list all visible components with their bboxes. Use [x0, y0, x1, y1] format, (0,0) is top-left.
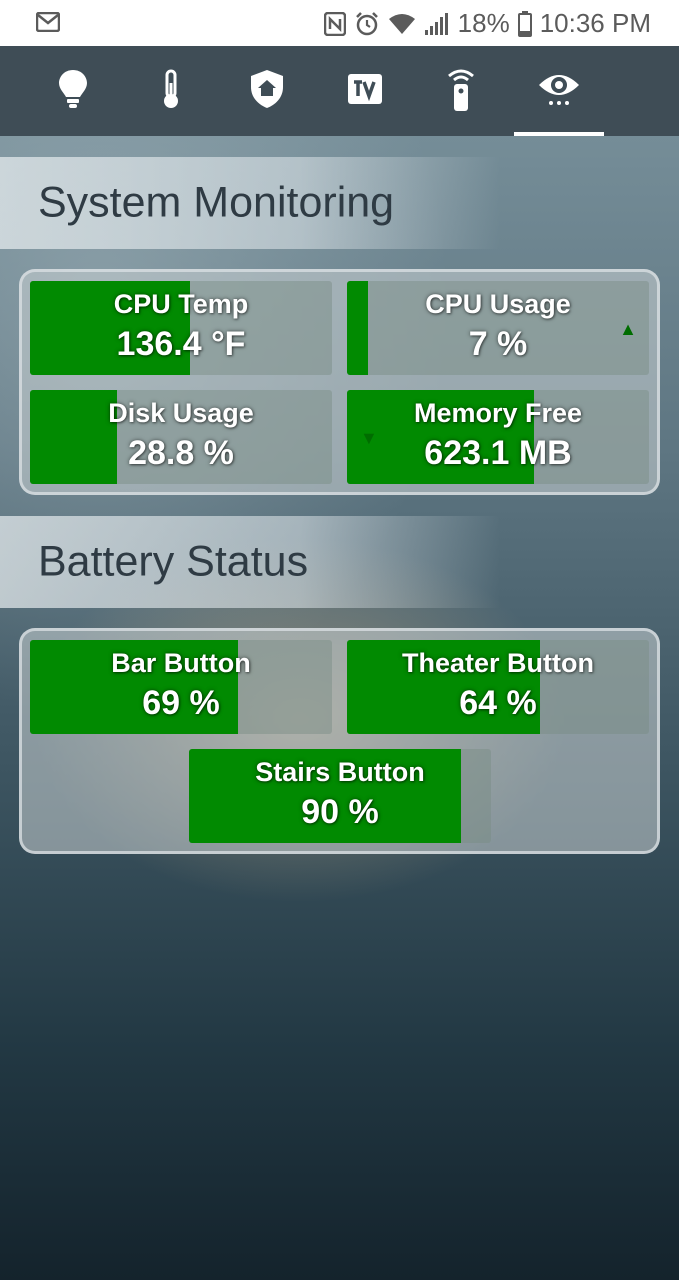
- eye-icon: [537, 71, 581, 112]
- tile-value: 90 %: [301, 793, 379, 831]
- tile-memory-free[interactable]: Memory Free 623.1 MB: [347, 390, 649, 484]
- tab-monitoring[interactable]: [514, 46, 604, 136]
- tile-value: 7 %: [468, 325, 528, 363]
- system-monitoring-card: CPU Temp 136.4 °F CPU Usage 7 % ▲ Disk U…: [19, 269, 660, 495]
- tile-disk-usage[interactable]: Disk Usage 28.8 %: [30, 390, 332, 484]
- tab-lights[interactable]: [28, 46, 118, 136]
- section-title: Battery Status: [38, 537, 309, 586]
- alarm-icon: [354, 11, 380, 37]
- tile-stairs-button[interactable]: Stairs Button 90 %: [189, 749, 491, 843]
- status-bar: 18% 10:36 PM: [0, 0, 679, 46]
- tile-value: 136.4 °F: [116, 325, 246, 363]
- section-title: System Monitoring: [38, 178, 395, 227]
- tile-label: CPU Temp: [113, 289, 249, 319]
- tv-icon: [347, 71, 383, 112]
- tile-value: 28.8 %: [128, 434, 234, 472]
- lightbulb-icon: [58, 69, 88, 114]
- shield-home-icon: [249, 69, 285, 114]
- clock-time: 10:36 PM: [539, 8, 651, 38]
- gmail-icon: [35, 11, 61, 37]
- section-header-battery-status: Battery Status: [0, 516, 500, 608]
- tile-value: 623.1 MB: [424, 434, 572, 472]
- battery-icon: [517, 10, 532, 37]
- tile-theater-button[interactable]: Theater Button 64 %: [347, 640, 649, 734]
- tile-cpu-temp[interactable]: CPU Temp 136.4 °F: [30, 281, 332, 375]
- tile-value: 64 %: [459, 684, 537, 722]
- tab-security[interactable]: [222, 46, 312, 136]
- wifi-icon: [388, 13, 416, 35]
- section-header-system-monitoring: System Monitoring: [0, 157, 500, 249]
- battery-status-card: Bar Button 69 % Theater Button 64 % Stai…: [19, 628, 660, 854]
- tile-label: Bar Button: [111, 648, 251, 678]
- tile-label: Stairs Button: [255, 757, 425, 787]
- tile-value: 69 %: [142, 684, 220, 722]
- tab-remote[interactable]: [416, 46, 506, 136]
- trend-up-icon: ▲: [619, 319, 637, 339]
- remote-icon: [446, 66, 476, 117]
- tab-climate[interactable]: [126, 46, 216, 136]
- tile-label: CPU Usage: [425, 289, 571, 319]
- tab-tv[interactable]: [320, 46, 410, 136]
- tile-label: Disk Usage: [108, 398, 254, 428]
- signal-icon: [424, 12, 450, 36]
- tile-label: Memory Free: [413, 398, 583, 428]
- tile-label: Theater Button: [402, 648, 594, 678]
- tile-bar-button[interactable]: Bar Button 69 %: [30, 640, 332, 734]
- tile-cpu-usage[interactable]: CPU Usage 7 % ▲: [347, 281, 649, 375]
- nfc-icon: [323, 11, 346, 36]
- thermometer-icon: [160, 69, 182, 114]
- battery-percent: 18%: [457, 8, 510, 38]
- trend-down-icon: ▼: [360, 428, 378, 448]
- top-tab-bar: [0, 46, 679, 136]
